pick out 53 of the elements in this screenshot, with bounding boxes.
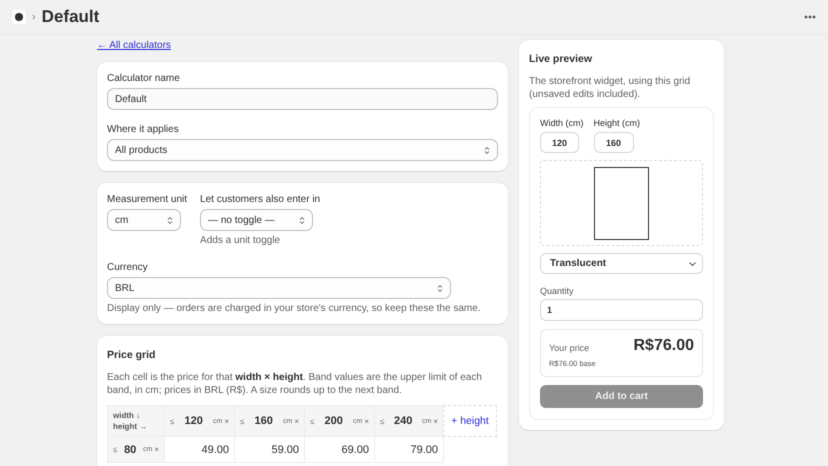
stepper-icon [299, 216, 306, 224]
finish-select[interactable]: Translucent [540, 253, 703, 274]
page-title: Default [42, 7, 100, 27]
stepper-icon [484, 146, 490, 154]
remove-button[interactable]: × [433, 416, 438, 426]
remove-button[interactable]: × [294, 416, 299, 426]
remove-button[interactable]: × [154, 445, 159, 454]
grid-description: Each cell is the price for that width × height. Band values are the upper limit of each band, in cm; prices in BRL (R$). A size rounds up to the next band. [107, 371, 483, 397]
field-label: Let customers also enter in [200, 194, 320, 205]
currency-select[interactable]: BRL [107, 277, 451, 299]
quantity-input[interactable]: 1 [540, 299, 703, 321]
stepper-icon [167, 216, 173, 224]
field-label: Calculator name [107, 73, 181, 84]
alt-unit-select[interactable]: — no toggle — [200, 209, 314, 231]
field-label: Width (cm) [540, 118, 584, 128]
remove-button[interactable]: × [364, 416, 369, 426]
help-text: Display only — orders are charged in your store's currency, so keep these the same. [107, 303, 482, 314]
less-equal-sign: ≤ [380, 416, 384, 426]
corner-label: width ↓ height → [113, 410, 148, 432]
field-label: Currency [107, 262, 149, 273]
section-title: Price grid [107, 349, 156, 361]
field-label: Where it applies [107, 124, 180, 135]
field-label: Height (cm) [594, 118, 640, 128]
chevron-down-icon [689, 262, 696, 266]
less-equal-sign: ≤ [170, 416, 174, 426]
band-value: 200 [324, 415, 344, 427]
add-height-button[interactable]: + height [443, 405, 497, 437]
applies-select[interactable]: All products [107, 139, 498, 161]
price-label: Your price [549, 343, 590, 353]
price-total: R$76.00 [634, 337, 694, 356]
less-equal-sign: ≤ [113, 445, 118, 454]
preview-description: The storefront widget, using this grid (unsaved edits included). [529, 75, 692, 101]
more-actions-icon[interactable] [804, 15, 816, 19]
field-label: Measurement unit [107, 194, 188, 205]
section-title: Live preview [529, 53, 594, 65]
unit-select[interactable]: cm [107, 209, 181, 231]
price-cell[interactable]: 79.00 [374, 436, 444, 463]
name-input[interactable]: Default [107, 88, 498, 110]
remove-button[interactable]: × [224, 416, 229, 426]
app-logo-icon[interactable] [12, 10, 26, 24]
band-value: 160 [254, 415, 274, 427]
field-label: Quantity [540, 286, 575, 296]
band-value: 80 [123, 444, 138, 456]
back-link[interactable]: ← All calculators [97, 40, 171, 51]
less-equal-sign: ≤ [240, 416, 244, 426]
less-equal-sign: ≤ [310, 416, 314, 426]
stepper-icon [437, 284, 443, 292]
width-input[interactable]: 120 [540, 132, 579, 153]
breadcrumb-separator: › [32, 11, 36, 23]
height-input[interactable]: 160 [594, 132, 634, 153]
band-value: 240 [393, 415, 414, 427]
help-text: Adds a unit toggle [200, 235, 282, 246]
band-value: 120 [184, 415, 204, 427]
